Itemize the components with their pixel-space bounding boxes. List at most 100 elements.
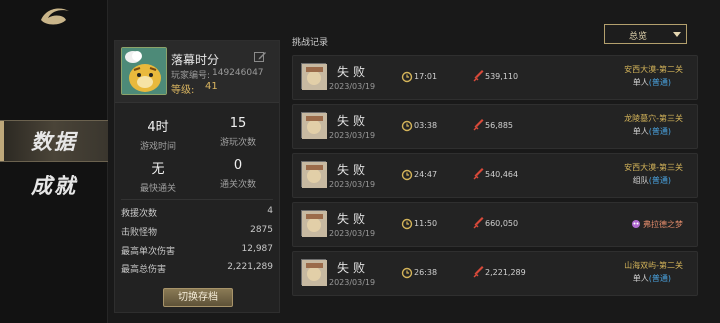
record-date: 2023/03/19 xyxy=(329,180,376,189)
record-duration: 26:38 xyxy=(414,268,438,277)
record-mode: 单人(普通) xyxy=(633,77,671,88)
record-avatar xyxy=(301,112,327,139)
record-mode: 单人(普通) xyxy=(633,126,671,137)
side-nav: 数据 成就 xyxy=(0,0,108,323)
detail-rescue-count: 救援次数 4 xyxy=(121,206,273,220)
record-avatar xyxy=(301,210,327,237)
record-result: 失败 xyxy=(337,212,370,226)
nav-tab-data[interactable]: 数据 xyxy=(0,120,108,162)
record-avatar xyxy=(301,259,327,286)
stat-label: 最快通关 xyxy=(139,184,176,194)
damage-sword-icon xyxy=(473,266,484,278)
record-date: 2023/03/19 xyxy=(329,82,376,91)
record-boss: 弗拉德之梦 xyxy=(631,219,683,230)
avatar-character-icon xyxy=(302,113,327,139)
nav-tab-data-label: 数据 xyxy=(31,129,77,154)
record-result: 失败 xyxy=(337,65,370,79)
switch-save-button[interactable]: 切换存档 xyxy=(163,288,233,307)
filter-selected-value: 总览 xyxy=(629,32,648,42)
avatar-tiger-icon xyxy=(122,48,166,94)
detail-key: 最高单次伤害 xyxy=(121,247,176,257)
record-result: 失败 xyxy=(337,163,370,177)
stat-label: 通关次数 xyxy=(219,180,256,190)
clock-icon xyxy=(401,120,413,132)
record-stage: 龙陵墓穴-第三关 xyxy=(624,114,683,123)
detail-key: 救援次数 xyxy=(121,209,158,219)
record-difficulty: (普通) xyxy=(648,176,671,185)
chevron-down-icon xyxy=(673,32,681,37)
record-duration: 11:50 xyxy=(414,219,438,228)
damage-sword-icon xyxy=(473,168,484,180)
profile-header: 落幕时分 玩家编号: 149246047 等级: 41 xyxy=(115,41,279,103)
damage-sword-icon xyxy=(473,70,484,82)
stat-value: 15 xyxy=(229,116,247,131)
detail-max-single-damage: 最高单次伤害 12,987 xyxy=(121,244,273,258)
nav-tab-achievements[interactable]: 成就 xyxy=(0,164,108,206)
record-row[interactable]: 失败 2023/03/19 17:01 539,110 安西大漠-第二关 单人(… xyxy=(292,55,698,100)
game-logo-icon xyxy=(41,8,69,25)
player-level-label: 等级: xyxy=(171,85,195,96)
record-result: 失败 xyxy=(337,261,370,275)
record-result: 失败 xyxy=(337,114,370,128)
record-damage: 56,885 xyxy=(485,121,513,130)
edit-icon[interactable] xyxy=(253,50,267,64)
record-difficulty: (普通) xyxy=(648,127,671,136)
avatar-character-icon xyxy=(302,260,327,286)
stat-play-time: 4时 游戏时间 xyxy=(119,116,197,152)
player-avatar[interactable] xyxy=(121,47,167,95)
nav-tab-achievements-label: 成就 xyxy=(31,173,77,198)
record-stage: 山海双屿-第二关 xyxy=(624,261,683,270)
record-mode-label: 单人 xyxy=(632,127,649,136)
avatar-character-icon xyxy=(302,64,327,90)
record-row[interactable]: 失败 2023/03/19 26:38 2,221,289 山海双屿-第二关 单… xyxy=(292,251,698,296)
detail-max-total-damage: 最高总伤害 2,221,289 xyxy=(121,262,273,276)
detail-key: 击败怪物 xyxy=(121,228,158,238)
record-mode-label: 组队 xyxy=(632,176,649,185)
damage-sword-icon xyxy=(473,217,484,229)
record-date: 2023/03/19 xyxy=(329,278,376,287)
record-row[interactable]: 失败 2023/03/19 11:50 660,050 弗拉德之梦 xyxy=(292,202,698,247)
record-difficulty: (普通) xyxy=(648,78,671,87)
boss-icon xyxy=(632,220,640,228)
clock-icon xyxy=(401,267,413,279)
record-damage: 539,110 xyxy=(485,72,519,81)
stat-clear-count: 0 通关次数 xyxy=(199,158,277,190)
record-row[interactable]: 失败 2023/03/19 03:38 56,885 龙陵墓穴-第三关 单人(普… xyxy=(292,104,698,149)
stat-play-count: 15 游玩次数 xyxy=(199,116,277,148)
record-duration: 17:01 xyxy=(414,72,438,81)
player-id: 149246047 xyxy=(212,68,264,78)
record-stage: 安西大漠-第三关 xyxy=(624,163,683,172)
divider xyxy=(121,199,273,200)
record-difficulty: (普通) xyxy=(648,274,671,283)
record-damage: 660,050 xyxy=(485,219,519,228)
damage-sword-icon xyxy=(473,119,484,131)
clock-icon xyxy=(401,218,413,230)
player-name: 落幕时分 xyxy=(171,53,220,67)
detail-monsters-defeated: 击败怪物 2875 xyxy=(121,225,273,239)
clock-icon xyxy=(401,71,413,83)
record-date: 2023/03/19 xyxy=(329,229,376,238)
record-boss-name: 弗拉德之梦 xyxy=(643,220,683,229)
record-avatar xyxy=(301,63,327,90)
record-mode: 组队(普通) xyxy=(633,175,671,186)
record-mode-label: 单人 xyxy=(632,274,649,283)
stat-value: 0 xyxy=(233,158,243,173)
clock-icon xyxy=(401,169,413,181)
detail-value: 2875 xyxy=(250,225,273,235)
stat-label: 游戏时间 xyxy=(139,142,176,152)
stat-value: 4时 xyxy=(147,120,169,135)
avatar-character-icon xyxy=(302,211,327,237)
detail-value: 12,987 xyxy=(241,244,274,254)
stat-value: 无 xyxy=(151,162,165,177)
record-duration: 03:38 xyxy=(414,121,438,130)
record-row[interactable]: 失败 2023/03/19 24:47 540,464 安西大漠-第三关 组队(… xyxy=(292,153,698,198)
profile-panel: 落幕时分 玩家编号: 149246047 等级: 41 4时 游戏时间 15 游… xyxy=(114,40,280,313)
record-damage: 2,221,289 xyxy=(485,268,526,277)
avatar-character-icon xyxy=(302,162,327,188)
records-filter-dropdown[interactable]: 总览 xyxy=(604,24,687,44)
record-duration: 24:47 xyxy=(414,170,438,179)
detail-key: 最高总伤害 xyxy=(121,265,167,275)
record-mode: 单人(普通) xyxy=(633,273,671,284)
record-stage: 安西大漠-第二关 xyxy=(624,65,683,74)
records-title: 挑战记录 xyxy=(292,38,329,48)
